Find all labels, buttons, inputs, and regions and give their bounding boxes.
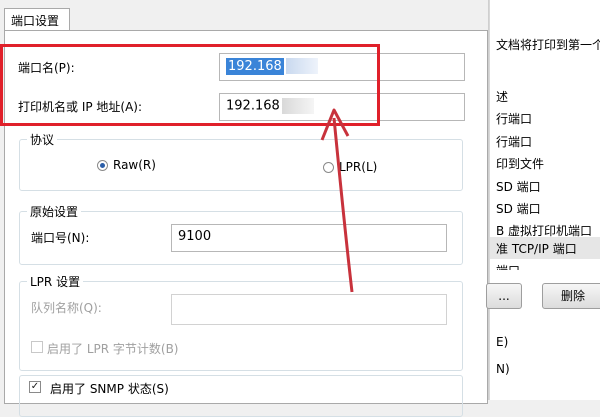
red-arrow-annotation xyxy=(320,108,354,293)
arrow-shaft xyxy=(332,117,354,293)
